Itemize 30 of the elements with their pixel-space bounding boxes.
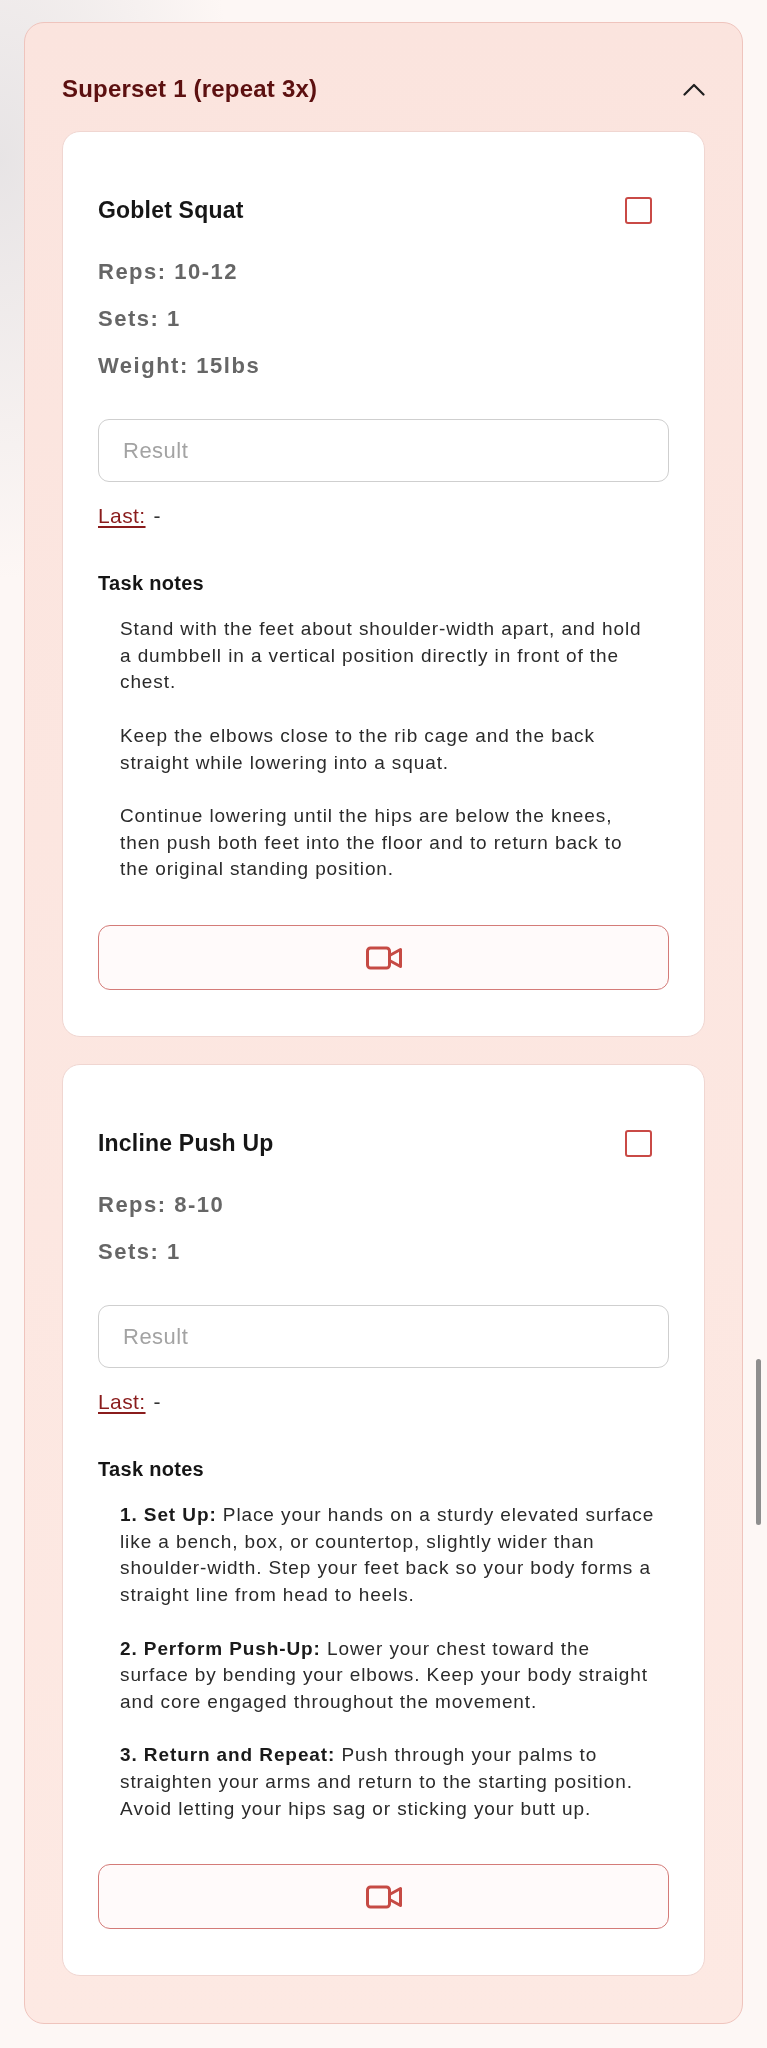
last-result-value: - bbox=[153, 503, 161, 529]
video-button[interactable] bbox=[98, 925, 669, 990]
chevron-up-icon[interactable] bbox=[683, 82, 705, 96]
result-input[interactable]: Result bbox=[98, 419, 669, 482]
superset-title: Superset 1 (repeat 3x) bbox=[62, 74, 318, 104]
exercise-title: Goblet Squat bbox=[98, 196, 244, 225]
last-result-link[interactable]: Last: bbox=[98, 501, 146, 531]
exercise-stat: Sets: 1 bbox=[98, 1238, 181, 1266]
result-input[interactable]: Result bbox=[98, 1305, 669, 1368]
video-camera-icon bbox=[365, 945, 402, 970]
note-paragraph: Continue lowering until the hips are below the knees, then push both feet into the floor and to return back to the original standing position. bbox=[120, 803, 624, 882]
notes-heading: Task notes bbox=[98, 1457, 205, 1482]
checkbox[interactable] bbox=[625, 1129, 652, 1157]
video-camera-icon bbox=[365, 1884, 402, 1909]
scrollbar-thumb[interactable] bbox=[756, 1359, 761, 1525]
note-paragraph: Keep the elbows close to the rib cage and the back straight while lowering into a squat. bbox=[120, 723, 596, 775]
notes-heading: Task notes bbox=[98, 571, 205, 596]
exercise-stat: Sets: 1 bbox=[98, 305, 181, 333]
note-paragraph: 2. Perform Push-Up: Lower your chest toward the surface by bending your elbows. Keep your body straight and core engaged throughout the movement. bbox=[120, 1636, 649, 1714]
note-paragraph: Stand with the feet about shoulder-width apart, and hold a dumbbell in a vertical position directly in front of the chest. bbox=[120, 617, 643, 695]
last-result-value: - bbox=[153, 1389, 161, 1415]
last-result-link[interactable]: Last: bbox=[98, 1387, 146, 1417]
video-button[interactable] bbox=[98, 1864, 669, 1930]
checkbox[interactable] bbox=[625, 196, 652, 224]
exercise-stat: Reps: 10-12 bbox=[98, 258, 238, 286]
note-paragraph: 3. Return and Repeat: Push through your palms to straighten your arms and return to the starting position. Avoid letting your hips sag or sticking your butt up. bbox=[120, 1743, 634, 1821]
exercise-stat: Weight: 15lbs bbox=[98, 352, 261, 380]
exercise-title: Incline Push Up bbox=[98, 1129, 274, 1158]
exercise-stat: Reps: 8-10 bbox=[98, 1191, 225, 1219]
note-paragraph: 1. Set Up: Place your hands on a sturdy elevated surface like a bench, box, or countertop, slightly wider than shoulder-width. Step your feet back so your body forms a straight line from head to heels. bbox=[120, 1503, 656, 1608]
